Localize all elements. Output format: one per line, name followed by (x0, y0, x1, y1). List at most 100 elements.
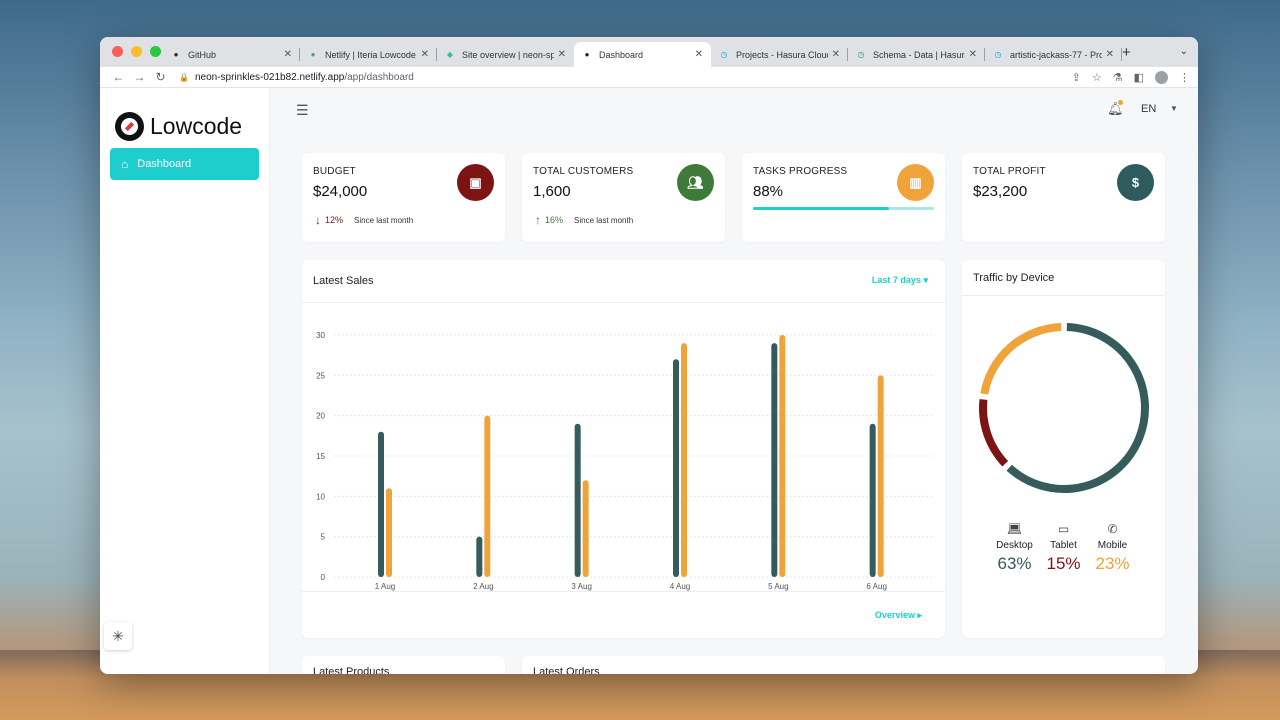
laptop-icon: 💻︎ (1006, 522, 1023, 536)
x-tick-label: 4 Aug (670, 582, 690, 591)
main-content: ☰ 🔔︎ EN ▼ BUDGET $24,000 ▣ ↓ 12% Since l… (270, 88, 1198, 674)
tab-close-icon[interactable]: ✕ (969, 49, 977, 60)
tasks-value: 88% (753, 183, 784, 200)
latest-sales-title: Latest Sales (313, 275, 374, 287)
browser-menu-icon[interactable]: ⋮ (1179, 71, 1190, 84)
new-tab-button[interactable]: + (1122, 44, 1131, 61)
url-host: neon-sprinkles-021b82.netlify.app (194, 71, 345, 83)
side-panel-icon[interactable]: ◧ (1134, 71, 1144, 84)
tab-close-icon[interactable]: ✕ (1106, 49, 1114, 60)
sales-bar-chart: 0 5 10 15 20 25 30 1 Aug 2 Aug 3 Aug 4 Aug 5 Aug 6 A… (316, 331, 932, 591)
labs-flask-icon[interactable]: ⚗ (1113, 71, 1123, 84)
tab-close-icon[interactable]: ✕ (832, 49, 840, 60)
bookmark-star-icon[interactable]: ☆ (1092, 71, 1102, 84)
sales-bar[interactable] (574, 423, 581, 577)
traffic-donut-chart (979, 323, 1149, 493)
budget-since: Since last month (354, 215, 414, 225)
budget-label: BUDGET (313, 166, 356, 177)
tab-close-icon[interactable]: ✕ (558, 49, 566, 60)
lock-icon: 🔒 (179, 72, 189, 82)
sidebar-item-dashboard[interactable]: ⌂ Dashboard (110, 148, 259, 180)
language-selector[interactable]: EN (1141, 103, 1156, 115)
sales-bar[interactable] (771, 343, 778, 577)
sales-bar[interactable] (386, 488, 392, 577)
browser-window: ● GitHub ✕ ● Netlify | Iteria Lowcode ✕ ◆ Site … (100, 37, 1198, 674)
browser-tab[interactable]: ● GitHub ✕ (163, 42, 300, 67)
dollar-icon: $ (1117, 164, 1154, 201)
browser-tab[interactable]: ◷ Schema - Data | Hasura ✕ (848, 42, 985, 67)
device-value: 23% (1095, 554, 1130, 573)
x-tick-label: 2 Aug (473, 582, 493, 591)
tab-favicon-icon: ● (173, 50, 179, 59)
window-controls (112, 46, 161, 57)
customers-card: TOTAL CUSTOMERS 1,600 👥︎ ↑ 16% Since las… (522, 153, 725, 242)
browser-tab[interactable]: ◷ Projects - Hasura Cloud ✕ (711, 42, 848, 67)
y-tick-label: 30 (316, 331, 325, 340)
donut-slice[interactable] (980, 323, 1062, 395)
latest-orders-card: Latest Orders (522, 656, 1165, 674)
loading-spinner-icon: ✳ (104, 622, 132, 650)
device-mobile: ✆ Mobile 23% (1088, 522, 1137, 574)
latest-sales-card: Latest Sales Last 7 days ▾ 0 5 10 15 20 25 30 1… (302, 260, 945, 638)
sales-bar[interactable] (476, 536, 483, 577)
x-tick-label: 1 Aug (375, 582, 395, 591)
sales-bar[interactable] (877, 375, 884, 577)
share-icon[interactable]: ⇪ (1072, 71, 1081, 84)
x-tick-label: 3 Aug (571, 582, 591, 591)
tablet-icon: ▭ (1057, 522, 1070, 536)
minimize-window-button[interactable] (131, 46, 142, 57)
tab-close-icon[interactable]: ✕ (695, 49, 703, 60)
address-bar[interactable]: 🔒 neon-sprinkles-021b82.netlify.app/app/… (179, 72, 414, 83)
sales-bar[interactable] (779, 335, 786, 577)
tab-close-icon[interactable]: ✕ (284, 49, 292, 60)
overview-button[interactable]: Overview ▸ (875, 610, 922, 621)
close-window-button[interactable] (112, 46, 123, 57)
donut-slice[interactable] (1006, 323, 1149, 493)
sales-bar[interactable] (673, 359, 679, 577)
budget-change-value: 12% (325, 215, 344, 225)
caret-down-icon: ▾ (923, 275, 928, 285)
device-value: 15% (1046, 554, 1081, 573)
divider (302, 591, 945, 592)
y-tick-label: 15 (316, 452, 325, 461)
sales-bar[interactable] (484, 415, 491, 577)
sidebar-item-label: Dashboard (137, 158, 192, 170)
sales-bar[interactable] (681, 343, 687, 577)
tab-favicon-icon: ◷ (994, 50, 1002, 59)
budget-value: $24,000 (313, 183, 368, 200)
browser-tabs: ● GitHub ✕ ● Netlify | Iteria Lowcode ✕ ◆ Site … (163, 42, 1122, 67)
tasks-progress-bar (753, 207, 934, 210)
back-icon[interactable]: ← (108, 70, 129, 84)
device-name: Desktop (996, 540, 1033, 551)
sales-bar[interactable] (869, 423, 876, 577)
browser-tab[interactable]: ● Netlify | Iteria Lowcode ✕ (300, 42, 437, 67)
tab-favicon-icon: ● (310, 50, 316, 59)
tab-close-icon[interactable]: ✕ (421, 49, 429, 60)
browser-tab[interactable]: ◆ Site overview | neon-spri ✕ (437, 42, 574, 67)
customers-change: ↑ 16% Since last month (535, 213, 633, 227)
tab-label: GitHub (188, 49, 217, 60)
profit-label: TOTAL PROFIT (973, 166, 1046, 177)
device-value: 63% (997, 554, 1032, 573)
chevron-down-icon[interactable]: ▼ (1170, 104, 1178, 113)
browser-tab[interactable]: ● Dashboard ✕ (574, 42, 711, 67)
device-desktop: 💻︎ Desktop 63% (990, 522, 1039, 574)
notification-badge (1118, 100, 1123, 105)
tab-label: Dashboard (599, 49, 644, 60)
profile-avatar[interactable] (1155, 70, 1168, 84)
zoom-window-button[interactable] (150, 46, 161, 57)
sales-bar[interactable] (582, 480, 589, 577)
tab-label: Site overview | neon-spri (462, 49, 554, 60)
tab-favicon-icon: ◆ (446, 50, 454, 59)
range-selector[interactable]: Last 7 days ▾ (872, 275, 928, 286)
browser-tab[interactable]: ◷ artistic-jackass-77 - Pro ✕ (985, 42, 1122, 67)
tab-search-icon[interactable]: ⌄ (1180, 46, 1188, 57)
sales-bar[interactable] (378, 431, 384, 577)
menu-icon[interactable]: ☰ (296, 102, 309, 119)
url-path: /app/dashboard (344, 71, 414, 83)
logo[interactable]: Lowcode (100, 88, 269, 146)
profit-card: TOTAL PROFIT $23,200 $ (962, 153, 1165, 242)
donut-slice[interactable] (979, 399, 1009, 467)
forward-icon[interactable]: → (129, 70, 150, 84)
reload-icon[interactable]: ↻ (150, 70, 171, 84)
